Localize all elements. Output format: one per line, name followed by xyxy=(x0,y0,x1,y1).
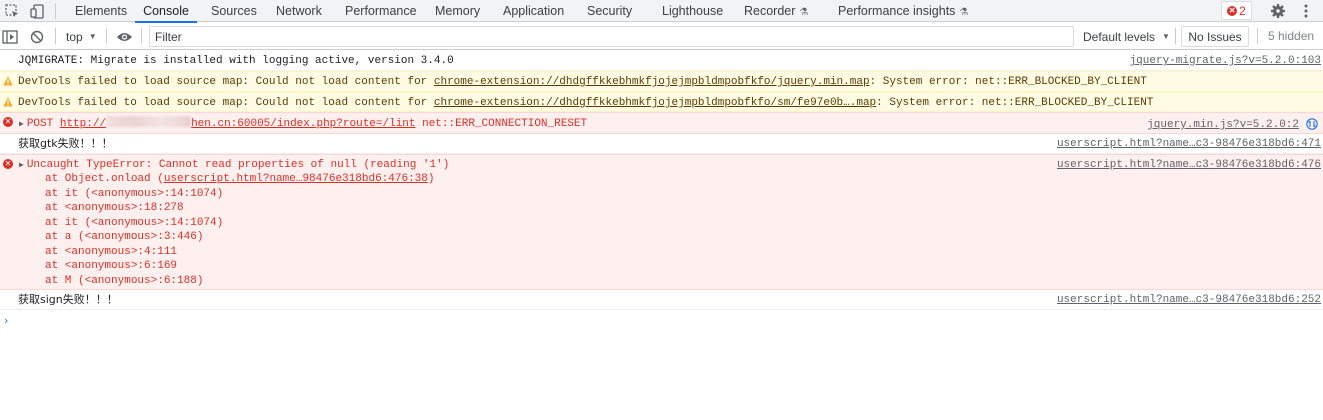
message-text: DevTools failed to load source map: Coul… xyxy=(18,75,1147,90)
hidden-messages-count: 5 hidden xyxy=(1268,29,1315,43)
chevron-down-icon: ▼ xyxy=(88,32,97,41)
message-text: 获取sign失败！！！ xyxy=(18,293,118,306)
network-request-icon[interactable] xyxy=(1306,118,1318,130)
warning-icon xyxy=(3,76,13,86)
experiment-flask-icon: ⚗ xyxy=(799,7,809,18)
issues-label: No Issues xyxy=(1188,29,1242,44)
more-options-icon[interactable] xyxy=(1296,1,1316,21)
stack-frame: at Object.onload (userscript.html?name…9… xyxy=(45,172,434,187)
tab-performance-insights[interactable]: Performance insights ⚗ xyxy=(838,0,968,22)
stack-frame-prefix: at Object.onload ( xyxy=(45,173,164,185)
stack-frame: at it (<anonymous>:14:1074) xyxy=(45,187,224,200)
error-text: Uncaught TypeError: Cannot read properti… xyxy=(26,159,450,171)
console-message-warning: DevTools failed to load source map: Coul… xyxy=(0,71,1323,92)
toolbar-divider xyxy=(1257,28,1258,44)
toolbar-divider xyxy=(1175,28,1176,44)
stack-frame: at <anonymous>:18:278 xyxy=(45,202,184,214)
network-error: net::ERR_CONNECTION_RESET xyxy=(422,118,588,130)
message-text-prefix: DevTools failed to load source map: Coul… xyxy=(18,76,434,88)
message-text: 获取gtk失败！！！ xyxy=(18,137,113,150)
devtools-tab-bar: Elements Console Sources Network Perform… xyxy=(0,0,1323,23)
error-icon: ✕ xyxy=(1227,5,1238,16)
device-toolbar-icon[interactable] xyxy=(27,1,47,21)
tab-recorder[interactable]: Recorder ⚗ xyxy=(744,0,808,22)
live-expression-eye-icon[interactable] xyxy=(116,26,133,47)
console-messages: JQMIGRATE: Migrate is installed with log… xyxy=(0,51,1323,310)
message-text-prefix: DevTools failed to load source map: Coul… xyxy=(18,97,434,109)
stack-frame: at <anonymous>:4:111 xyxy=(45,245,178,258)
issues-button[interactable]: No Issues xyxy=(1181,26,1249,47)
console-message-error[interactable]: ✕ ▶ POST http:// hen.cn:60005/index.php?ro… xyxy=(0,112,1323,134)
tab-sources[interactable]: Sources xyxy=(211,0,257,22)
console-message-log: 获取sign失败！！！ userscript.html?name…c3-9847… xyxy=(0,290,1323,310)
message-source-link[interactable]: userscript.html?name…c3-98476e318bd6:252 xyxy=(1057,293,1321,308)
toolbar-divider xyxy=(55,3,56,19)
stack-frame-suffix: ) xyxy=(427,173,435,185)
tab-lighthouse[interactable]: Lighthouse xyxy=(662,0,723,22)
message-text: DevTools failed to load source map: Coul… xyxy=(18,96,1153,111)
tab-performance-insights-label: Performance insights xyxy=(838,4,956,18)
request-url-end: hen.cn:60005/index.php?route=/lint xyxy=(191,118,416,130)
tab-application[interactable]: Application xyxy=(503,0,564,22)
request-url-link[interactable]: http:// hen.cn:60005/index.php?route=/lin… xyxy=(59,116,416,130)
context-selector-label: top xyxy=(66,29,83,44)
stack-frame: at M (<anonymous>:6:188) xyxy=(45,274,204,287)
message-text-suffix: : System error: net::ERR_BLOCKED_BY_CLIE… xyxy=(876,97,1154,109)
show-sidebar-icon[interactable] xyxy=(2,26,18,47)
tab-elements[interactable]: Elements xyxy=(75,0,127,22)
clear-console-icon[interactable] xyxy=(30,26,44,47)
stack-frame: at it (<anonymous>:14:1074) xyxy=(45,216,224,229)
settings-gear-icon[interactable] xyxy=(1268,1,1288,21)
expand-triangle-icon[interactable]: ▶ xyxy=(19,120,24,129)
console-filter-bar: top ▼ Default levels ▼ No Issues 5 hidde… xyxy=(0,23,1323,50)
message-text: ▶ POST http:// hen.cn:60005/index.php?rout… xyxy=(19,116,587,133)
message-text-suffix: : System error: net::ERR_BLOCKED_BY_CLIE… xyxy=(869,76,1147,88)
tab-network[interactable]: Network xyxy=(276,0,322,22)
tab-security[interactable]: Security xyxy=(587,0,632,22)
error-icon: ✕ xyxy=(3,117,13,127)
message-source-link[interactable]: userscript.html?name…c3-98476e318bd6:471 xyxy=(1057,137,1321,152)
tab-performance[interactable]: Performance xyxy=(345,0,417,22)
source-map-link[interactable]: chrome-extension://dhdgffkkebhmkfjojejmp… xyxy=(434,76,870,88)
experiment-flask-icon: ⚗ xyxy=(959,7,969,18)
expand-triangle-icon[interactable]: ▶ xyxy=(19,161,24,170)
console-message-log: 获取gtk失败！！！ userscript.html?name…c3-98476… xyxy=(0,134,1323,154)
console-message-warning: DevTools failed to load source map: Coul… xyxy=(0,92,1323,112)
request-method: POST xyxy=(26,118,54,130)
message-text: JQMIGRATE: Migrate is installed with log… xyxy=(18,55,454,67)
request-url-start: http:// xyxy=(59,118,107,130)
toolbar-divider xyxy=(106,28,107,44)
filter-input[interactable] xyxy=(149,26,1074,47)
inspect-element-icon[interactable] xyxy=(2,1,22,21)
source-map-link[interactable]: chrome-extension://dhdgffkkebhmkfjojejmp… xyxy=(434,97,876,109)
error-count-badge[interactable]: ✕ 2 xyxy=(1221,1,1252,20)
console-message-log: JQMIGRATE: Migrate is installed with log… xyxy=(0,51,1323,71)
tab-memory[interactable]: Memory xyxy=(435,0,480,22)
console-prompt[interactable]: › xyxy=(4,314,8,327)
console-message-error[interactable]: ✕ ▶ Uncaught TypeError: Cannot read prope… xyxy=(0,154,1323,290)
toolbar-divider xyxy=(55,28,56,44)
toolbar-divider xyxy=(141,28,142,44)
stack-frame-link[interactable]: userscript.html?name…98476e318bd6:476:38 xyxy=(164,173,428,185)
error-count: 2 xyxy=(1239,3,1246,18)
log-levels-label: Default levels xyxy=(1083,29,1156,44)
message-source-link[interactable]: userscript.html?name…c3-98476e318bd6:476 xyxy=(1057,158,1321,173)
stack-trace: at Object.onload (userscript.html?name…9… xyxy=(45,172,434,288)
message-source-link[interactable]: jquery.min.js?v=5.2.0:2 xyxy=(1147,118,1299,133)
redacted-url-segment xyxy=(106,116,192,127)
stack-frame: at a (<anonymous>:3:446) xyxy=(45,231,204,243)
warning-icon xyxy=(3,97,13,107)
error-icon: ✕ xyxy=(3,159,13,169)
chevron-down-icon: ▼ xyxy=(1162,32,1170,41)
tab-recorder-label: Recorder xyxy=(744,4,796,18)
log-levels-dropdown[interactable]: Default levels ▼ xyxy=(1083,26,1170,47)
message-source-link[interactable]: jquery-migrate.js?v=5.2.0:103 xyxy=(1130,54,1321,69)
context-selector[interactable]: top ▼ xyxy=(66,26,97,47)
tab-console[interactable]: Console xyxy=(135,0,197,23)
stack-frame: at <anonymous>:6:169 xyxy=(45,260,178,272)
